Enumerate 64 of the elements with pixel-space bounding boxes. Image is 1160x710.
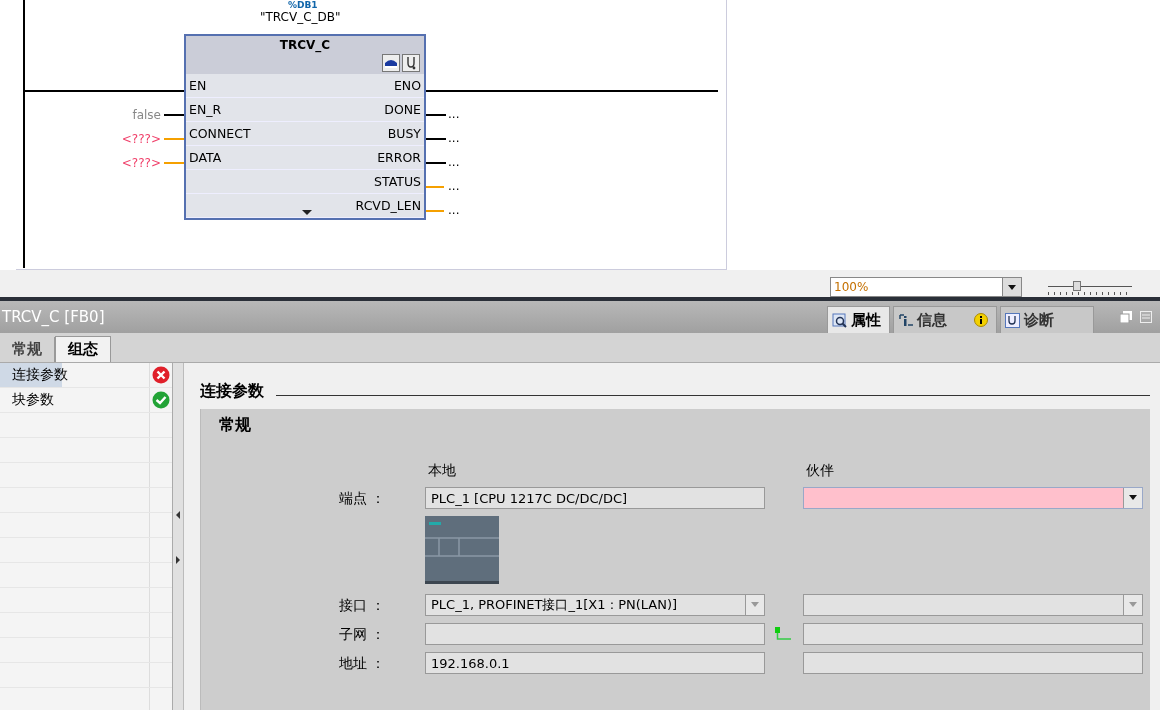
output-wire [426,162,446,164]
output-operand[interactable]: ... [448,129,460,147]
inspector-title: TRCV_C [FB0] [2,308,106,326]
output-wire [426,138,446,140]
input-field[interactable] [803,623,1143,645]
output-operand[interactable]: ... [448,201,460,219]
field-label: 端点 ： [337,489,386,508]
input-field[interactable]: PLC_1 [CPU 1217C DC/DC/DC] [425,487,765,509]
instance-db-number: %DB1 [288,0,318,10]
output-pin-label: BUSY [387,126,422,142]
view-tab[interactable]: 属性 [827,306,890,333]
input-operand[interactable]: false [132,106,161,124]
output-pin-label: ERROR [377,150,422,166]
expand-right-icon [175,556,181,564]
column-heading: 本地 [428,462,457,480]
input-pin-label: EN_R [188,102,222,118]
output-operand[interactable]: ... [448,105,460,123]
restore-icon [1120,311,1132,323]
input-field[interactable] [425,623,765,645]
collapse-left-icon [175,511,181,519]
panel-icon [1140,311,1152,323]
info-arrows-icon [898,312,913,328]
input-wire [164,162,184,164]
dome-icon [384,57,398,69]
dropdown-field[interactable]: PLC_1, PROFINET接口_1[X1 : PN(LAN)] [425,594,765,616]
diagnostics-button[interactable] [402,54,420,72]
output-pin-label: ENO [393,78,422,94]
splitter-bar[interactable] [172,363,184,710]
output-wire [426,210,444,212]
field-label: 子网 ： [337,625,386,644]
nav-item[interactable]: 块参数 [0,388,150,412]
input-wire [164,138,184,140]
group-title: 常规 [219,415,252,436]
input-field[interactable] [803,652,1143,674]
dropdown-field[interactable] [803,594,1143,616]
output-wire [426,114,446,116]
input-field[interactable]: 192.168.0.1 [425,652,765,674]
input-operand[interactable]: <???> [121,130,161,148]
section-title: 连接参数 [200,380,264,402]
tab[interactable]: 组态 [55,336,111,362]
output-pin-label: DONE [384,102,422,118]
nav-item[interactable]: 连接参数 [0,363,150,387]
input-operand[interactable]: <???> [121,154,161,172]
input-pin-label: CONNECT [188,126,251,142]
input-wire [164,114,184,116]
view-tab[interactable]: 信息 [893,306,997,333]
field-label: 地址 ： [337,654,386,673]
output-pin-label: RCVD_LEN [355,198,422,213]
column-heading: 伙伴 [806,462,835,480]
magnifier-icon [832,312,847,328]
output-operand[interactable]: ... [448,153,460,171]
expand-arrow-icon[interactable] [302,210,312,215]
output-pin-label: STATUS [374,174,422,190]
dropdown-field[interactable] [803,487,1143,509]
block-icon-button[interactable] [382,54,400,72]
field-label: 接口 ： [337,596,386,615]
instance-db-name: "TRCV_C_DB" [260,10,341,24]
zoom-dropdown[interactable]: 100% [830,277,1022,297]
block-title: TRCV_C [278,37,332,54]
output-operand[interactable]: ... [448,177,460,195]
input-pin-label: EN [188,78,207,94]
output-wire [426,186,444,188]
view-tab[interactable]: 诊断 [1000,306,1094,333]
input-pin-label: DATA [188,150,222,166]
